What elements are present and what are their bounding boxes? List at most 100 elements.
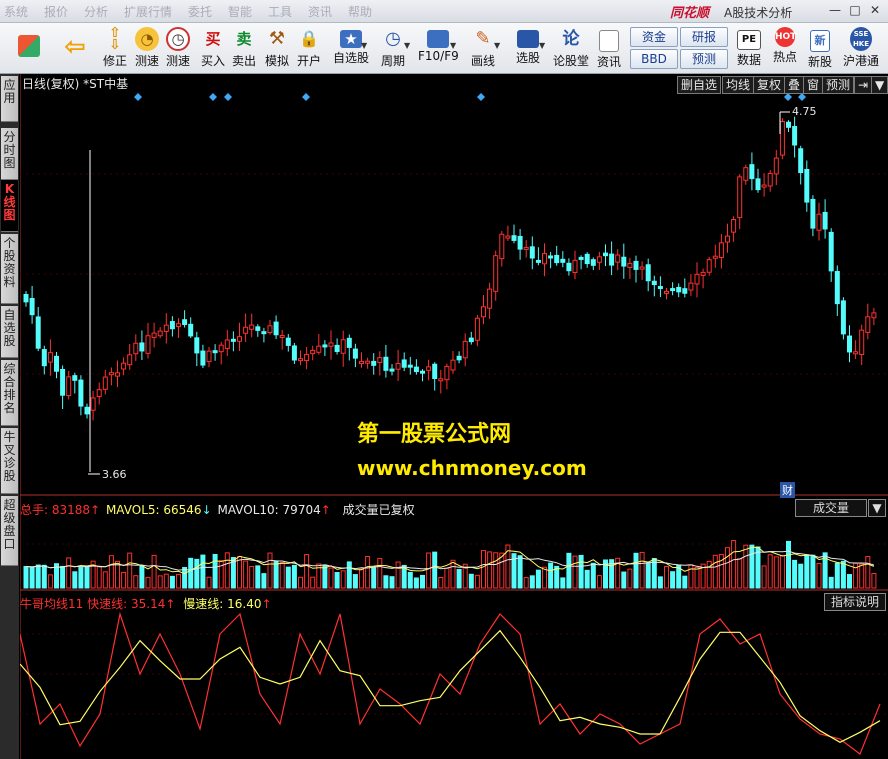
sell-button[interactable]: 卖 卖出 — [229, 25, 259, 71]
candle-body — [304, 353, 310, 362]
candle-body — [47, 352, 53, 363]
home-grid-button[interactable] — [12, 25, 46, 71]
draw-line-dropdown-icon[interactable]: ▼ — [494, 41, 500, 50]
candle-body — [493, 255, 499, 292]
volume-selector[interactable]: 成交量 — [795, 499, 867, 517]
forecast-kline-button[interactable]: 预测 — [822, 76, 855, 94]
volume-bar — [578, 554, 584, 589]
candle-body — [822, 211, 828, 230]
sse-hkex-icon: SSE HKE — [850, 27, 872, 51]
menu-help[interactable]: 帮助 — [348, 3, 372, 20]
capital-button[interactable]: 资金 — [630, 27, 678, 47]
candle-body — [633, 260, 639, 270]
overlay-button[interactable]: 叠 — [784, 76, 805, 94]
candle-body — [310, 349, 316, 355]
menu-quote[interactable]: 报价 — [44, 3, 68, 20]
candle-body — [560, 258, 566, 263]
close-button[interactable]: ✕ — [866, 3, 884, 18]
volume-bar — [108, 555, 114, 589]
volume-bar — [157, 575, 163, 589]
candle-body — [176, 323, 181, 328]
candle-body — [621, 256, 627, 267]
volume-bar — [584, 569, 590, 589]
simulate-button[interactable]: ⚒ 模拟 — [262, 25, 292, 71]
candle-body — [102, 376, 108, 390]
open-account-button[interactable]: 🔒 开户 — [294, 25, 324, 71]
volume-bar — [115, 560, 120, 589]
ma-button[interactable]: 均线 — [722, 76, 755, 94]
period-dropdown-icon[interactable]: ▼ — [404, 41, 410, 50]
sidebar-tab-diagnosis[interactable]: 牛叉诊股 — [1, 428, 18, 494]
revise-button[interactable]: ⇧ ⇩ 修正 — [100, 25, 130, 71]
signal-diamond-icon — [784, 93, 792, 101]
f10-dropdown-icon[interactable]: ▼ — [450, 41, 456, 50]
candle-body — [267, 325, 273, 334]
volume-bar — [285, 566, 291, 589]
collapse-panel-icon[interactable]: ⇥ — [854, 76, 873, 94]
candle-body — [298, 358, 303, 362]
candle-body — [383, 356, 389, 371]
signal-diamond-icon — [224, 93, 232, 101]
candle-body — [657, 286, 663, 290]
maximize-button[interactable]: □ — [846, 3, 864, 18]
shhk-connect-button[interactable]: SSE HKE 沪港通 — [840, 25, 882, 71]
mavol5-value: 66546 — [163, 503, 202, 517]
adjust-button[interactable]: 复权 — [753, 76, 786, 94]
volume-bar — [755, 546, 761, 589]
candle-body — [365, 360, 371, 364]
kline-dropdown-icon[interactable]: ▼ — [871, 76, 888, 94]
stopwatch-icon: ◷ — [166, 27, 190, 51]
volume-bar — [188, 557, 194, 589]
bbd-button[interactable]: BBD — [630, 49, 678, 69]
volume-bar — [651, 557, 657, 589]
back-arrow-icon: ⇦ — [64, 32, 86, 62]
hot-button[interactable]: HOT 热点 — [770, 25, 800, 71]
menu-smart[interactable]: 智能 — [228, 3, 252, 20]
sidebar-tab-ranking[interactable]: 综合排名 — [1, 360, 18, 426]
candle-body — [853, 351, 859, 355]
financial-marker[interactable]: 财 — [780, 482, 795, 498]
candle-body — [218, 344, 224, 353]
candle-body — [72, 375, 78, 381]
new-stock-button[interactable]: 新 新股 — [805, 25, 835, 71]
back-button[interactable]: ⇦ — [58, 25, 92, 71]
volume-bar — [731, 540, 737, 589]
sidebar-tab-apps[interactable]: 应用 — [1, 76, 18, 122]
sidebar-tab-level2[interactable]: 超级盘口 — [1, 496, 18, 566]
volume-bar — [828, 576, 834, 589]
volume-bar — [749, 544, 755, 589]
minimize-button[interactable]: — — [826, 3, 844, 18]
news-button[interactable]: 资讯 — [594, 25, 624, 71]
volume-bar — [60, 565, 66, 589]
indicator-help-button[interactable]: 指标说明 — [824, 593, 886, 611]
window-button[interactable]: 窗 — [803, 76, 824, 94]
volume-dropdown-icon[interactable]: ▼ — [868, 499, 886, 517]
watermark-title: 第一股票公式网 — [357, 422, 512, 447]
data-button[interactable]: PE 数据 — [734, 25, 764, 71]
candle-body — [749, 164, 755, 180]
menu-extended[interactable]: 扩展行情 — [124, 3, 172, 20]
sidebar-tab-kline[interactable]: K线图 — [1, 180, 18, 232]
buy-button[interactable]: 买 买入 — [198, 25, 228, 71]
volume-bar — [786, 540, 791, 589]
sidebar-tab-intraday[interactable]: 分时图 — [1, 128, 18, 180]
remove-watchlist-button[interactable]: 删自选 — [677, 76, 722, 94]
watchlist-dropdown-icon[interactable]: ▼ — [361, 41, 367, 50]
forecast-button[interactable]: 预测 — [680, 49, 728, 69]
volume-bar — [206, 576, 212, 589]
menu-news[interactable]: 资讯 — [308, 3, 332, 20]
speed-test-button[interactable]: ◷ 测速 — [163, 25, 193, 71]
volume-bar — [621, 571, 627, 589]
sidebar-tab-profile[interactable]: 个股资料 — [1, 234, 18, 304]
forum-button[interactable]: 论 论股堂 — [552, 25, 590, 71]
sidebar-tab-watchlist[interactable]: 自选股 — [1, 306, 18, 358]
candle-body — [535, 259, 541, 263]
menu-order[interactable]: 委托 — [188, 3, 212, 20]
menu-analysis[interactable]: 分析 — [84, 3, 108, 20]
speed-button[interactable]: ◔ 测速 — [132, 25, 162, 71]
menu-tools[interactable]: 工具 — [268, 3, 292, 20]
stock-picker-dropdown-icon[interactable]: ▼ — [539, 41, 545, 50]
menu-system[interactable]: 系统 — [4, 3, 28, 20]
research-button[interactable]: 研报 — [680, 27, 728, 47]
volume-bar — [712, 554, 718, 589]
